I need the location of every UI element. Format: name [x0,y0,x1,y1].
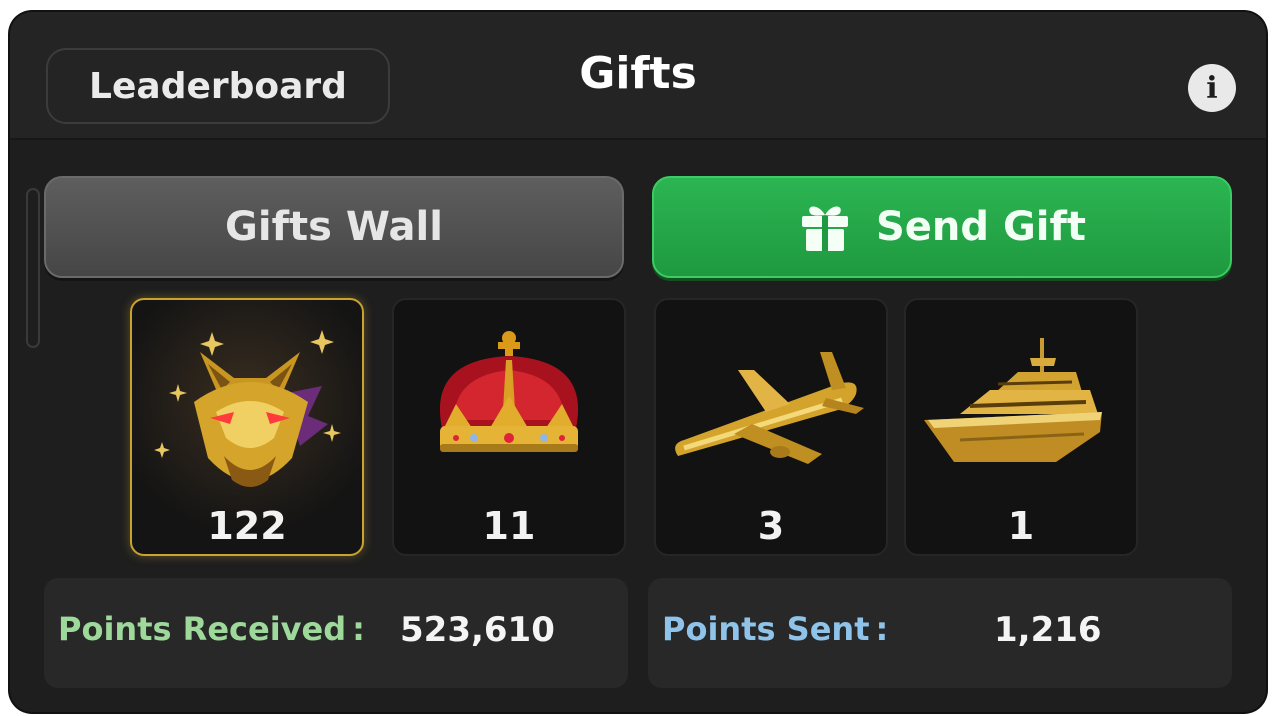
gift-count-wolf: 122 [207,504,287,548]
points-received-value: 523,610 [400,610,555,650]
gifts-wall-label: Gifts Wall [225,204,443,250]
send-gift-label: Send Gift [875,204,1087,250]
page-title: Gifts [579,48,697,99]
gifts-panel: Leaderboard Gifts i Gifts Wall Send Gift [10,12,1266,712]
gift-card-yacht[interactable]: 1 [904,298,1138,556]
points-sent-panel: Points Sent: 1,216 [648,578,1232,688]
points-received-panel: Points Received: 523,610 [44,578,628,688]
gift-card-airplane[interactable]: 3 [654,298,888,556]
info-icon[interactable]: i [1188,64,1236,112]
scrollbar[interactable] [26,188,40,348]
send-gift-button[interactable]: Send Gift [652,176,1232,278]
gift-card-wolf[interactable]: 122 [130,298,364,556]
gift-count-airplane: 3 [757,504,785,548]
points-received-label: Points Received: [58,610,365,648]
gift-card-crown[interactable]: 11 [392,298,626,556]
yacht-icon [924,338,1102,462]
points-sent-label: Points Sent: [662,610,889,648]
airplane-icon [675,352,864,464]
gift-box-icon [798,201,852,253]
crown-icon [439,331,579,452]
header-bar: Leaderboard Gifts i [10,12,1266,140]
points-sent-value: 1,216 [994,610,1102,650]
gift-count-crown: 11 [482,504,536,548]
gifts-wall-tab[interactable]: Gifts Wall [44,176,624,278]
gift-count-yacht: 1 [1007,504,1035,548]
wolf-icon [154,330,341,487]
